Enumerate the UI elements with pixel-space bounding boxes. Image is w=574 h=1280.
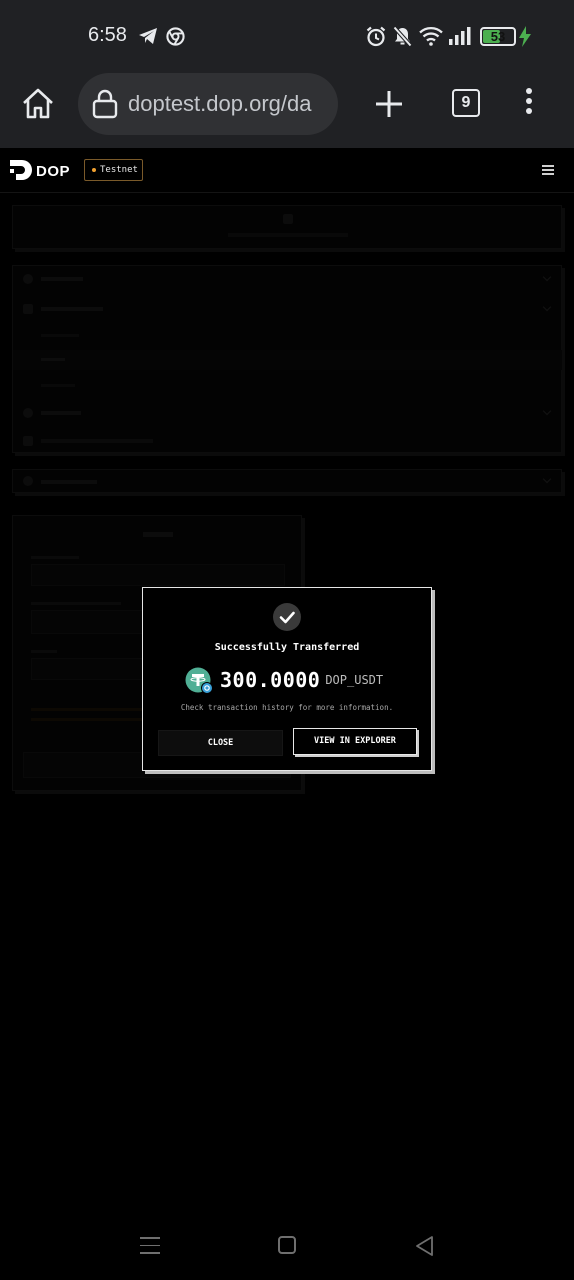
- tabs-icon[interactable]: 9: [452, 89, 480, 117]
- modal-hint: Check transaction history for more infor…: [180, 703, 394, 712]
- status-time: 6:58: [88, 24, 127, 46]
- dop-logo-icon: [10, 160, 32, 180]
- recents-icon[interactable]: [140, 1237, 160, 1255]
- token-symbol: DOP_USDT: [325, 673, 384, 687]
- transfer-success-modal: Successfully Transferred 300.0000 DOP_US…: [142, 587, 432, 771]
- close-button[interactable]: CLOSE: [158, 730, 283, 756]
- amount-row: 300.0000 DOP_USDT: [185, 666, 383, 694]
- system-nav-bar: [0, 1220, 574, 1280]
- home-icon[interactable]: [20, 86, 56, 122]
- telegram-icon: [139, 28, 157, 44]
- wifi-icon: [419, 26, 443, 46]
- mute-icon: [393, 26, 412, 47]
- token-badge-icon: [201, 682, 213, 694]
- usdt-token-icon: [185, 667, 213, 694]
- app-header: DOP Testnet: [0, 148, 574, 193]
- success-check-icon: [273, 603, 301, 631]
- dop-logo[interactable]: DOP: [10, 160, 70, 182]
- transfer-amount: 300.0000: [220, 668, 321, 692]
- checkmark-icon: [279, 611, 295, 624]
- view-in-explorer-button[interactable]: VIEW IN EXPLORER: [293, 728, 417, 755]
- lock-icon[interactable]: [92, 89, 118, 119]
- testnet-badge: Testnet: [84, 159, 143, 181]
- logo-text: DOP: [36, 162, 71, 180]
- status-bar: 6:58 53: [0, 0, 574, 70]
- browser-toolbar: doptest.dop.org/da 9: [0, 70, 574, 148]
- url-text[interactable]: doptest.dop.org/da: [128, 91, 311, 117]
- hamburger-menu-icon[interactable]: [542, 165, 554, 175]
- back-icon[interactable]: [414, 1235, 434, 1257]
- more-icon[interactable]: [520, 88, 538, 120]
- signal-icon: [449, 27, 471, 45]
- charging-icon: [519, 26, 531, 47]
- modal-title: Successfully Transferred: [214, 642, 360, 653]
- battery-level: 53: [490, 29, 506, 44]
- address-bar[interactable]: doptest.dop.org/da: [78, 73, 338, 135]
- new-tab-icon[interactable]: [372, 87, 406, 121]
- alarm-icon: [366, 26, 386, 47]
- chrome-icon: [166, 27, 185, 46]
- home-nav-icon[interactable]: [278, 1236, 296, 1254]
- battery-icon: 53: [480, 27, 516, 46]
